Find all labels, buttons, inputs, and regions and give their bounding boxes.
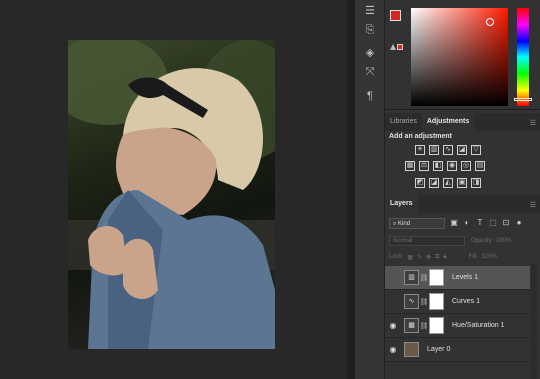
photo-thumbnail bbox=[404, 342, 419, 357]
right-panels: Libraries Adjustments ☰ Add an adjustmen… bbox=[385, 0, 540, 379]
layers-scrollbar[interactable] bbox=[531, 264, 537, 379]
layer-name[interactable]: Hue/Saturation 1 bbox=[452, 322, 505, 329]
kind-filter-select[interactable]: ⌕ Kind bbox=[389, 217, 445, 229]
layer-row-curves[interactable]: ∿ ⛓ Curves 1 bbox=[385, 290, 530, 314]
posterize-icon[interactable]: ◪ bbox=[429, 178, 439, 188]
adjustments-title: Add an adjustment bbox=[389, 133, 453, 140]
clone-source-icon[interactable]: ⎘ bbox=[361, 22, 379, 38]
adjustments-row-2: ▦ ⚖ ◧ ◉ ◎ ▤ bbox=[405, 161, 485, 171]
curves-thumb-icon: ∿ bbox=[404, 294, 419, 309]
fill-value[interactable]: 100% bbox=[482, 254, 497, 260]
adjustments-row-3: ◩ ◪ ◭ ▣ ◨ bbox=[415, 178, 481, 188]
channel-mixer-icon[interactable]: ◎ bbox=[461, 161, 471, 171]
layer-mask-thumb[interactable] bbox=[429, 269, 444, 286]
vibrance-icon[interactable]: ▽ bbox=[471, 145, 481, 155]
photo-image bbox=[68, 40, 275, 349]
panel-menu-icon[interactable]: ☰ bbox=[530, 119, 536, 127]
layer-row-layer0[interactable]: ◉ Layer 0 bbox=[385, 338, 530, 362]
filter-toggle-icon[interactable]: ● bbox=[515, 219, 523, 227]
warning-triangle-icon bbox=[390, 44, 396, 50]
link-icon[interactable]: ⛓ bbox=[419, 274, 429, 282]
hue-saturation-icon[interactable]: ▦ bbox=[405, 161, 415, 171]
tab-layers[interactable]: Layers bbox=[385, 195, 418, 213]
lock-transparent-icon[interactable]: ▦ bbox=[407, 254, 413, 261]
opacity-value[interactable]: 100% bbox=[496, 238, 511, 244]
curves-icon[interactable]: ∿ bbox=[443, 145, 453, 155]
layer-name[interactable]: Layer 0 bbox=[427, 346, 450, 353]
hue-slider-bar[interactable] bbox=[517, 8, 529, 106]
threshold-icon[interactable]: ◭ bbox=[443, 178, 453, 188]
layer-mask-thumb[interactable] bbox=[429, 293, 444, 310]
adjustments-row-1: ☀ ▥ ∿ ◪ ▽ bbox=[415, 145, 481, 155]
link-icon[interactable]: ⛓ bbox=[419, 322, 429, 330]
panel-divider bbox=[347, 0, 355, 379]
history-icon[interactable]: ☰ bbox=[361, 2, 379, 18]
filter-pixel-icon[interactable]: ▣ bbox=[450, 219, 458, 227]
exposure-icon[interactable]: ◪ bbox=[457, 145, 467, 155]
layers-tabbar: Layers ☰ bbox=[385, 195, 540, 213]
eye-icon[interactable]: ◉ bbox=[385, 345, 401, 354]
layer-name[interactable]: Levels 1 bbox=[452, 274, 478, 281]
blend-mode-select[interactable]: Normal bbox=[389, 236, 465, 246]
layer-mask-thumb[interactable] bbox=[429, 317, 444, 334]
layer-row-levels[interactable]: ▥ ⛓ Levels 1 bbox=[385, 266, 530, 290]
tab-libraries[interactable]: Libraries bbox=[385, 113, 422, 131]
lock-all-icon[interactable]: 🔒︎ bbox=[443, 254, 446, 261]
opacity-label: Opacity: bbox=[471, 238, 494, 244]
color-picker-ring[interactable] bbox=[486, 18, 494, 26]
blend-mode-row: Normal Opacity: 100% bbox=[385, 234, 540, 248]
layer-row-hue-saturation[interactable]: ◉ ▦ ⛓ Hue/Saturation 1 bbox=[385, 314, 530, 338]
lock-row: Lock: ▦ ✎ ✥ ⧉ 🔒︎ Fill: 100% bbox=[385, 251, 540, 263]
properties-icon[interactable]: ◈ bbox=[361, 44, 379, 60]
transform-icon[interactable]: ⤧ bbox=[361, 64, 379, 80]
foreground-color-swatch[interactable] bbox=[390, 10, 401, 21]
color-lookup-icon[interactable]: ▤ bbox=[475, 161, 485, 171]
color-balance-icon[interactable]: ⚖ bbox=[419, 161, 429, 171]
paragraph-icon[interactable]: ¶ bbox=[361, 88, 379, 104]
layer-filter-bar: ⌕ Kind ▣ ◐ T ⬚ ⊡ ● bbox=[385, 214, 540, 232]
layer-name[interactable]: Curves 1 bbox=[452, 298, 480, 305]
selective-color-icon[interactable]: ◨ bbox=[471, 178, 481, 188]
web-safe-color-swatch[interactable] bbox=[397, 44, 403, 50]
layers-panel-menu-icon[interactable]: ☰ bbox=[530, 201, 536, 209]
photo-illustration bbox=[68, 40, 275, 349]
link-icon[interactable]: ⛓ bbox=[419, 298, 429, 306]
color-panel bbox=[385, 0, 540, 110]
filter-adjustment-icon[interactable]: ◐ bbox=[463, 219, 471, 227]
eye-icon[interactable]: ◉ bbox=[385, 321, 401, 330]
hue-saturation-thumb-icon: ▦ bbox=[404, 318, 419, 333]
brightness-contrast-icon[interactable]: ☀ bbox=[415, 145, 425, 155]
tab-adjustments[interactable]: Adjustments bbox=[421, 113, 475, 131]
levels-icon[interactable]: ▥ bbox=[429, 145, 439, 155]
filter-type-icon[interactable]: T bbox=[476, 219, 484, 227]
hue-slider-handle[interactable] bbox=[514, 98, 532, 101]
levels-thumb-icon: ▥ bbox=[404, 270, 419, 285]
lock-artboard-icon[interactable]: ⧉ bbox=[435, 254, 439, 261]
gradient-map-icon[interactable]: ▣ bbox=[457, 178, 467, 188]
filter-smart-object-icon[interactable]: ⊡ bbox=[502, 219, 510, 227]
invert-icon[interactable]: ◩ bbox=[415, 178, 425, 188]
photo-filter-icon[interactable]: ◉ bbox=[447, 161, 457, 171]
filter-shape-icon[interactable]: ⬚ bbox=[489, 219, 497, 227]
lock-position-icon[interactable]: ✥ bbox=[426, 254, 431, 261]
document-canvas[interactable] bbox=[0, 0, 347, 379]
panel-icon-strip: ☰ ⎘ ◈ ⤧ ¶ bbox=[355, 0, 385, 379]
lock-image-icon[interactable]: ✎ bbox=[417, 254, 422, 261]
black-white-icon[interactable]: ◧ bbox=[433, 161, 443, 171]
fill-label: Fill: bbox=[468, 254, 478, 260]
lock-label: Lock: bbox=[389, 254, 404, 260]
adjustments-tabbar: Libraries Adjustments ☰ bbox=[385, 113, 540, 131]
